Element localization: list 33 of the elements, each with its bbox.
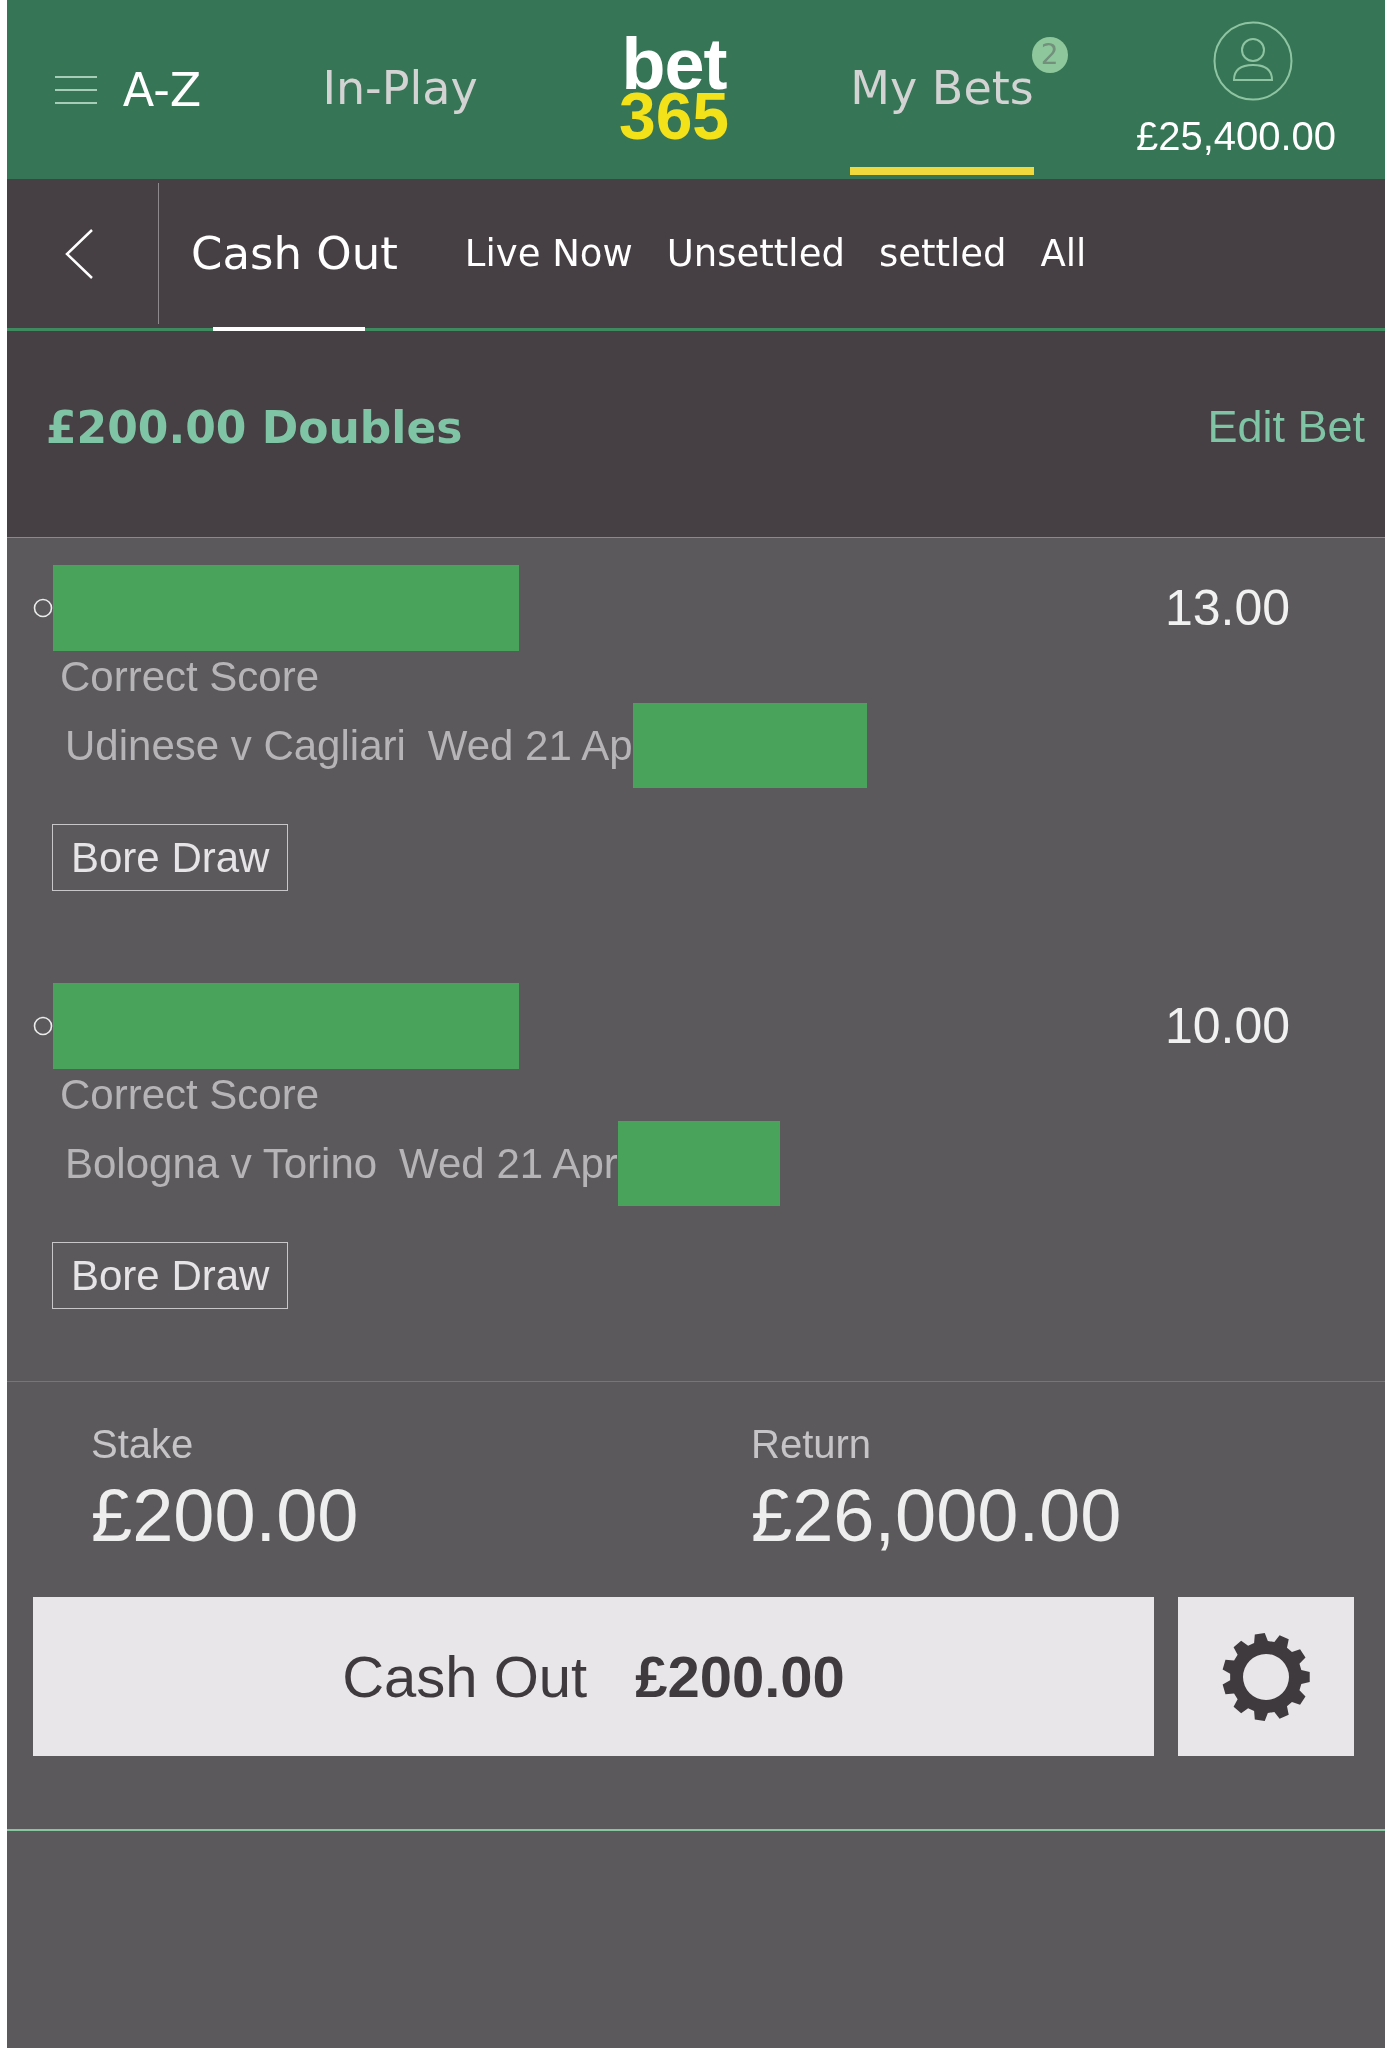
ring-icon xyxy=(33,1016,53,1036)
menu-button[interactable]: A-Z xyxy=(54,62,202,117)
back-icon[interactable] xyxy=(63,227,94,280)
settings-icon[interactable] xyxy=(1222,1632,1310,1721)
fixture-name: Udinese v Cagliari xyxy=(65,721,406,770)
offer-tag: Bore Draw xyxy=(52,1242,289,1309)
cash-out-button[interactable]: Cash Out £200.00 xyxy=(33,1597,1154,1756)
odds-value: 13.00 xyxy=(1164,579,1290,637)
event-date: Wed 21 Apr xyxy=(399,1139,618,1188)
stake-amount: £200.00 xyxy=(91,1473,359,1559)
filter-tab[interactable]: Cash Out xyxy=(174,179,448,328)
menu-icon[interactable] xyxy=(54,74,97,105)
settings-button[interactable] xyxy=(1178,1597,1354,1756)
site-logo[interactable]: bet 365 xyxy=(618,37,730,142)
event-date: Wed 21 Ap xyxy=(427,721,633,770)
filter-tab[interactable]: Unsettled xyxy=(649,179,862,328)
return-label: Return xyxy=(751,1421,872,1468)
account-icon[interactable] xyxy=(1213,20,1293,101)
ring-icon xyxy=(33,598,53,618)
nav-tab[interactable]: In-Play xyxy=(322,0,478,175)
return-amount: £26,000.00 xyxy=(751,1473,1122,1559)
fixture-name: Bologna v Torino xyxy=(65,1139,378,1188)
odds-value: 10.00 xyxy=(1164,997,1290,1055)
bet-title: £200.00 Doubles xyxy=(46,401,463,453)
stake-label: Stake xyxy=(91,1421,194,1468)
offer-tag: Bore Draw xyxy=(52,824,289,891)
filter-tab[interactable]: All xyxy=(1023,179,1104,328)
market-name: Correct Score xyxy=(59,652,320,702)
filter-tab[interactable]: Live Now xyxy=(447,179,650,328)
balance-amount: £25,400.00 xyxy=(1135,112,1337,159)
edit-bet-link[interactable]: Edit Bet xyxy=(1207,401,1365,453)
filter-tab[interactable]: settled xyxy=(861,179,1024,328)
market-name: Correct Score xyxy=(59,1070,320,1120)
